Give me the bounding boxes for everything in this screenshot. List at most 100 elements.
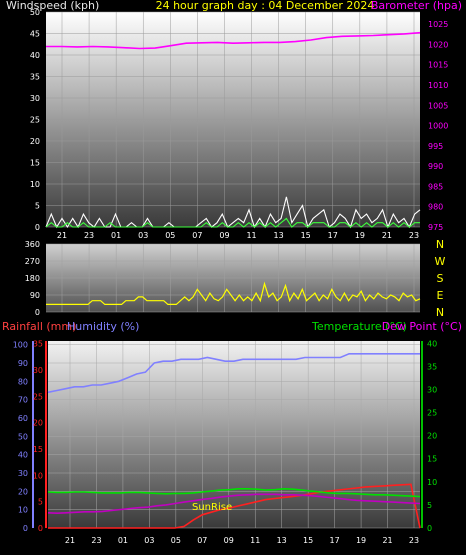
rainfall-axis-label: Rainfall (mm): [2, 320, 76, 333]
x-tick-label: 07: [197, 536, 207, 545]
x-tick-label: 09: [219, 231, 229, 240]
rain-tick-label: 5: [38, 498, 43, 507]
compass-labels: NWSEN: [435, 238, 446, 319]
humidity-tick-label: 50: [18, 432, 28, 441]
humidity-axis-label: Humidity (%): [67, 320, 139, 333]
x-tick-label: 23: [84, 231, 94, 240]
humidity-tick-label: 40: [18, 451, 28, 460]
weather-charts: Windspeed (kph) 24 hour graph day : 04 D…: [2, 0, 462, 545]
x-tick-label: 21: [57, 231, 67, 240]
direction-tick-label: 270: [25, 257, 40, 266]
windspeed-tick-label: 25: [30, 116, 40, 125]
humidity-tick-label: 0: [23, 524, 28, 533]
x-tick-label: 01: [118, 536, 128, 545]
temperature-tick-label: 20: [427, 432, 437, 441]
compass-label: E: [437, 289, 444, 302]
x-tick-label: 11: [246, 231, 256, 240]
x-tick-label: 03: [144, 536, 154, 545]
x-tick-label: 01: [111, 231, 121, 240]
windspeed-tick-label: 15: [30, 159, 40, 168]
rain-tick-label: 30: [33, 366, 43, 375]
panel1-x-ticks: 21 23 01 03 05 07 09 11 13 15 17 19 21 23: [57, 231, 419, 240]
windspeed-ticks: 0 5 10 15 20 25 30 35 40 45 50: [30, 8, 40, 232]
x-tick-label: 21: [382, 536, 392, 545]
sunrise-annotation: SunRise: [192, 502, 232, 513]
direction-tick-label: 180: [25, 274, 40, 283]
rain-tick-label: 10: [33, 471, 43, 480]
windspeed-axis-label: Windspeed (kph): [6, 0, 99, 12]
compass-label: N: [436, 306, 444, 319]
barometer-tick-label: 1020: [428, 40, 448, 49]
barometer-tick-label: 990: [428, 162, 443, 171]
barometer-tick-label: 1005: [428, 101, 448, 110]
humidity-tick-label: 60: [18, 414, 28, 423]
windspeed-tick-label: 30: [30, 94, 40, 103]
x-tick-label: 13: [277, 536, 287, 545]
windspeed-tick-label: 50: [30, 8, 40, 17]
rain-tick-label: 35: [33, 340, 43, 349]
barometer-tick-label: 980: [428, 203, 443, 212]
windspeed-tick-label: 40: [30, 51, 40, 60]
x-tick-label: 19: [355, 231, 365, 240]
humidity-tick-label: 90: [18, 359, 28, 368]
rain-tick-label: 20: [33, 419, 43, 428]
x-tick-label: 23: [91, 536, 101, 545]
direction-tick-label: 90: [30, 291, 40, 300]
panel3-x-ticks: 21 23 01 03 05 07 09 11 13 15 17 19 21 23: [65, 536, 419, 545]
humidity-tick-label: 10: [18, 506, 28, 515]
compass-label: W: [435, 255, 446, 268]
humidity-tick-label: 30: [18, 469, 28, 478]
rain-ticks: 0 5 10 15 20 25 30 35: [33, 340, 43, 533]
rain-tick-label: 15: [33, 445, 43, 454]
barometer-tick-label: 995: [428, 142, 443, 151]
rain-tick-label: 25: [33, 392, 43, 401]
direction-ticks: 0 90 180 270 360: [25, 240, 40, 317]
x-tick-label: 05: [165, 231, 175, 240]
temperature-tick-label: 0: [427, 524, 432, 533]
x-tick-label: 15: [303, 536, 313, 545]
windspeed-tick-label: 45: [30, 30, 40, 39]
x-tick-label: 13: [274, 231, 284, 240]
temperature-tick-label: 40: [427, 339, 437, 348]
temperature-ticks: 0 5 10 15 20 25 30 35 40: [427, 339, 437, 533]
wind-direction-panel: 090180270360 NWSEN: [25, 238, 446, 319]
rain-tick-label: 0: [38, 524, 43, 533]
barometer-tick-label: 1015: [428, 61, 448, 70]
temperature-tick-label: 5: [427, 501, 432, 510]
barometer-axis-label: Barometer (hpa): [371, 0, 462, 12]
x-tick-label: 03: [138, 231, 148, 240]
barometer-tick-label: 1010: [428, 81, 448, 90]
barometer-ticks: 975 980 985 990 995 1000 1005 1010 1015 1020 1025: [428, 20, 448, 232]
humidity-tick-label: 70: [18, 396, 28, 405]
barometer-tick-label: 1000: [428, 122, 448, 131]
x-tick-label: 17: [330, 536, 340, 545]
humidity-tick-label: 100: [13, 341, 28, 350]
x-tick-label: 19: [356, 536, 366, 545]
x-tick-label: 09: [224, 536, 234, 545]
wind-barometer-panel: Windspeed (kph) 24 hour graph day : 04 D…: [6, 0, 462, 240]
x-tick-label: 21: [382, 231, 392, 240]
direction-tick-label: 360: [25, 240, 40, 249]
temperature-tick-label: 25: [427, 409, 437, 418]
x-tick-label: 21: [65, 536, 75, 545]
compass-label: S: [437, 272, 444, 285]
barometer-tick-label: 985: [428, 182, 443, 191]
temperature-tick-label: 15: [427, 455, 437, 464]
temperature-tick-label: 10: [427, 478, 437, 487]
barometer-tick-label: 1025: [428, 20, 448, 29]
barometer-tick-label: 975: [428, 223, 443, 232]
compass-label: N: [436, 238, 444, 251]
rain-humidity-temp-panel: Rainfall (mm) Humidity (%) Temperature (…: [2, 320, 462, 545]
dewpoint-axis-label: Dew Point (°C): [382, 320, 462, 333]
x-tick-label: 15: [301, 231, 311, 240]
temperature-tick-label: 35: [427, 362, 437, 371]
windspeed-tick-label: 0: [35, 223, 40, 232]
windspeed-tick-label: 10: [30, 180, 40, 189]
humidity-tick-label: 20: [18, 487, 28, 496]
x-tick-label: 17: [328, 231, 338, 240]
x-tick-label: 11: [250, 536, 260, 545]
chart-title: 24 hour graph day : 04 December 2024: [156, 0, 375, 12]
temperature-tick-label: 30: [427, 385, 437, 394]
x-tick-label: 23: [409, 536, 419, 545]
humidity-tick-label: 80: [18, 377, 28, 386]
